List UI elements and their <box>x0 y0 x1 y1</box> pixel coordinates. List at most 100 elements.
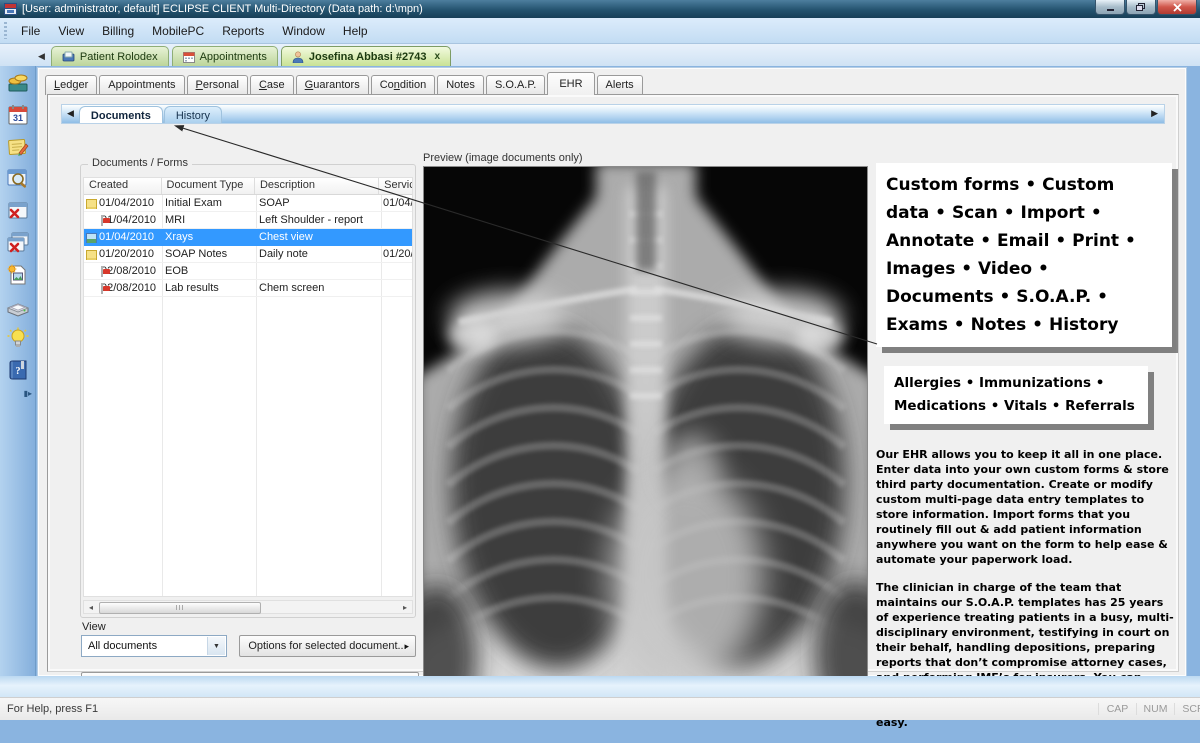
scroll-left-icon[interactable]: ◂ <box>84 601 98 613</box>
image-document-icon[interactable] <box>2 259 34 290</box>
search-icon[interactable] <box>2 163 34 194</box>
pdf-icon <box>101 215 103 226</box>
rolodex-icon <box>62 51 75 62</box>
horizontal-scrollbar[interactable]: ◂ ▸ <box>83 600 413 614</box>
menu-bar: File View Billing MobilePC Reports Windo… <box>0 18 1200 44</box>
tab-appointments[interactable]: Appointments <box>99 75 184 95</box>
tab-personal[interactable]: Personal <box>187 75 248 95</box>
table-row[interactable]: 01/04/2010 MRI Left Shoulder - report <box>84 212 412 229</box>
column-header-description[interactable]: Description <box>255 178 379 194</box>
tab-alerts[interactable]: Alerts <box>597 75 643 95</box>
table-row[interactable]: 02/08/2010 EOB <box>84 263 412 280</box>
patient-tab-bar: ◀ Patient Rolodex Appointments Josefina … <box>0 44 1200 66</box>
patient-icon <box>292 51 304 63</box>
tab-patient-josefina-abbasi[interactable]: Josefina Abbasi #2743 x <box>281 46 451 66</box>
tab-notes[interactable]: Notes <box>437 75 484 95</box>
column-header-type[interactable]: Document Type <box>162 178 255 194</box>
tab-label: Appointments <box>200 51 267 63</box>
scrollbar-thumb[interactable] <box>99 602 261 614</box>
tab-label: Patient Rolodex <box>80 51 158 63</box>
menu-view[interactable]: View <box>49 21 93 41</box>
note-icon <box>86 199 97 209</box>
minimize-button[interactable] <box>1095 0 1125 15</box>
table-row[interactable]: 02/08/2010 Lab results Chem screen <box>84 280 412 297</box>
tab-patient-rolodex[interactable]: Patient Rolodex <box>51 46 169 66</box>
left-toolbar: 31 <box>0 66 36 697</box>
pdf-icon <box>101 266 103 277</box>
features-callout: Custom forms • Custom data • Scan • Impo… <box>876 163 1172 347</box>
status-bar: For Help, press F1 CAP NUM SCR <box>0 697 1200 720</box>
tab-documents[interactable]: Documents <box>79 106 163 123</box>
patient-record-panel: Ledger Appointments Personal Case Guaran… <box>38 68 1186 676</box>
table-row-selected[interactable]: 01/04/2010 Xrays Chest view <box>84 229 412 246</box>
tab-ledger[interactable]: Ledger <box>45 75 97 95</box>
caps-lock-indicator: CAP <box>1098 703 1136 715</box>
tab-label: Josefina Abbasi #2743 <box>309 51 427 63</box>
tab-history[interactable]: History <box>164 106 222 123</box>
menu-billing[interactable]: Billing <box>93 21 143 41</box>
scroll-right-icon[interactable]: ▸ <box>398 601 412 613</box>
options-for-selected-document-button[interactable]: Options for selected document... ▸ <box>239 635 416 657</box>
column-header-created[interactable]: Created <box>84 178 162 194</box>
close-all-windows-icon[interactable] <box>2 227 34 258</box>
group-title: Documents / Forms <box>88 157 192 169</box>
xray-preview-image <box>423 166 868 688</box>
tab-condition[interactable]: Condition <box>371 75 435 95</box>
tips-bulb-icon[interactable] <box>2 323 34 354</box>
documents-table: Created Document Type Description Servic… <box>83 177 413 597</box>
scanner-icon[interactable] <box>2 291 34 322</box>
appointments-calendar-icon[interactable]: 31 <box>2 99 34 130</box>
payments-icon[interactable] <box>2 67 34 98</box>
num-lock-indicator: NUM <box>1136 703 1174 715</box>
tab-soap[interactable]: S.O.A.P. <box>486 75 545 95</box>
maximize-button[interactable] <box>1126 0 1156 15</box>
view-label: View <box>82 621 106 633</box>
image-icon <box>86 233 97 243</box>
toolbar-overflow-icon[interactable]: ▮▸ <box>0 387 35 400</box>
record-tab-strip: Ledger Appointments Personal Case Guaran… <box>45 73 645 95</box>
eclipse-client-window: { "window": { "title": "[User: administr… <box>0 0 1200 720</box>
svg-text:31: 31 <box>12 113 22 123</box>
ehr-panel: ◀ Documents History ▶ Documents / Forms … <box>47 94 1179 672</box>
menu-arrow-icon: ▸ <box>404 641 409 652</box>
documents-forms-group: Documents / Forms Created Document Type … <box>80 164 416 618</box>
column-header-service[interactable]: Service <box>379 178 412 194</box>
subtab-scroll-left-icon[interactable]: ◀ <box>67 108 74 119</box>
keyboard-indicators: CAP NUM SCR <box>1098 698 1200 720</box>
title-bar: [User: administrator, default] ECLIPSE C… <box>0 0 1200 18</box>
tab-appointments-main[interactable]: Appointments <box>172 46 278 66</box>
calendar-icon <box>183 51 195 63</box>
notes-icon[interactable] <box>2 131 34 162</box>
menu-mobilepc[interactable]: MobilePC <box>143 21 213 41</box>
menu-reports[interactable]: Reports <box>213 21 273 41</box>
help-book-icon[interactable]: ? <box>2 355 34 386</box>
ehr-subtab-strip: ◀ Documents History ▶ <box>61 104 1165 124</box>
view-filter-value: All documents <box>88 640 157 652</box>
svg-text:?: ? <box>15 366 20 377</box>
table-row[interactable]: 01/04/2010 Initial Exam SOAP 01/04/2 <box>84 195 412 212</box>
preview-label: Preview (image documents only) <box>423 152 583 164</box>
close-window-icon[interactable] <box>2 195 34 226</box>
tab-guarantors[interactable]: Guarantors <box>296 75 369 95</box>
close-button[interactable] <box>1157 0 1197 15</box>
menu-file[interactable]: File <box>12 21 49 41</box>
subtab-scroll-right-icon[interactable]: ▶ <box>1151 108 1158 119</box>
tab-case[interactable]: Case <box>250 75 294 95</box>
status-message: For Help, press F1 <box>7 703 98 715</box>
pdf-icon <box>101 283 103 294</box>
marketing-paragraph-1: Our EHR allows you to keep it all in one… <box>876 447 1178 567</box>
table-row[interactable]: 01/20/2010 SOAP Notes Daily note 01/20/2 <box>84 246 412 263</box>
view-filter-select[interactable]: All documents ▼ <box>81 635 227 657</box>
chevron-down-icon[interactable]: ▼ <box>207 637 225 655</box>
menu-help[interactable]: Help <box>334 21 377 41</box>
tab-scroll-left-icon[interactable]: ◀ <box>38 51 45 62</box>
app-icon <box>4 3 17 15</box>
clinical-callout: Allergies • Immunizations • Medications … <box>884 366 1148 424</box>
close-tab-icon[interactable]: x <box>434 51 440 62</box>
menu-window[interactable]: Window <box>273 21 334 41</box>
scroll-lock-indicator: SCR <box>1174 703 1200 715</box>
table-header: Created Document Type Description Servic… <box>84 178 412 195</box>
tab-ehr[interactable]: EHR <box>547 72 594 95</box>
note-icon <box>86 250 97 260</box>
window-bottom-strip <box>0 676 1200 697</box>
